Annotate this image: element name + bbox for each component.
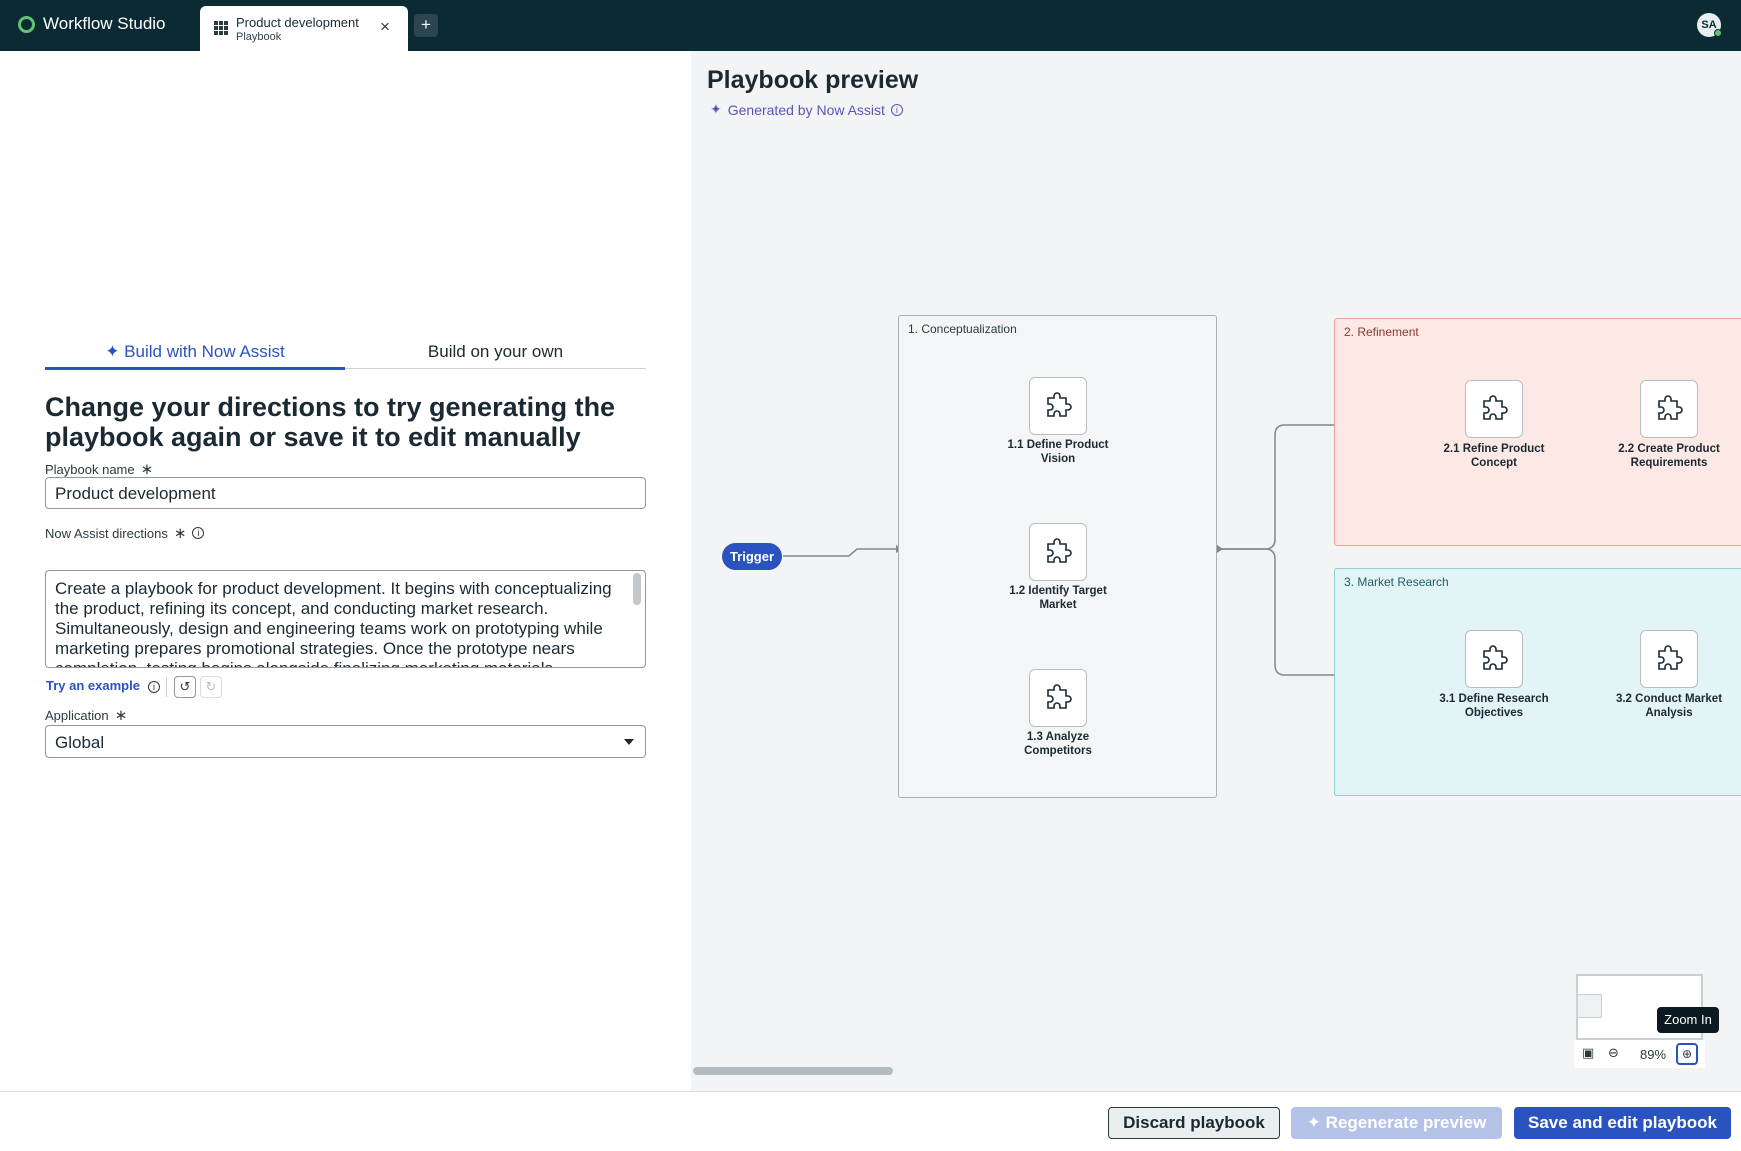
application-select[interactable]: Global xyxy=(45,725,646,758)
zoom-out-icon[interactable]: ⊖ xyxy=(1608,1045,1619,1061)
discard-playbook-button[interactable]: Discard playbook xyxy=(1108,1107,1280,1139)
sparkle-icon: ✦ xyxy=(105,342,120,361)
required-icon: ∗ xyxy=(114,707,128,724)
close-icon[interactable]: × xyxy=(380,18,390,35)
sparkle-icon: ✦ xyxy=(1306,1113,1321,1132)
lane-label: 1. Conceptualization xyxy=(908,322,1017,336)
step-label: 1.3 Analyze Competitors xyxy=(1024,731,1092,757)
active-tab-indicator xyxy=(45,367,345,370)
textarea-scrollbar[interactable] xyxy=(633,573,641,605)
step-label: 3.2 Conduct Market Analysis xyxy=(1615,693,1723,719)
puzzle-piece-icon xyxy=(1658,395,1683,420)
playbook-name-input[interactable]: Product development xyxy=(45,477,646,509)
app-title: Workflow Studio xyxy=(43,14,166,33)
app-logo-icon xyxy=(18,15,35,33)
required-icon: ∗ xyxy=(140,461,154,478)
label-text: Application xyxy=(45,707,109,723)
tab-label: Build with Now Assist xyxy=(124,342,285,361)
step-node-2-1[interactable] xyxy=(1465,380,1523,438)
zoom-in-button[interactable]: ⊕ xyxy=(1676,1043,1698,1065)
canvas-horizontal-scrollbar[interactable] xyxy=(693,1067,893,1075)
playbook-name-label: Playbook name ∗ xyxy=(45,460,153,478)
step-node-1-2[interactable] xyxy=(1029,523,1087,581)
minimap-viewport[interactable] xyxy=(1577,994,1602,1018)
playbook-grid-icon xyxy=(214,21,228,35)
chevron-down-icon xyxy=(624,739,634,745)
redo-button[interactable]: ↻ xyxy=(200,676,222,698)
tab-label: Build on your own xyxy=(427,342,564,361)
step-node-3-1[interactable] xyxy=(1465,630,1523,688)
tab-title: Product development xyxy=(236,15,359,30)
label-text: Now Assist directions xyxy=(45,525,168,541)
directions-label: Now Assist directions ∗ i xyxy=(45,524,205,542)
label-text: Playbook name xyxy=(45,461,135,477)
trigger-node[interactable]: Trigger xyxy=(722,543,782,570)
zoom-in-tooltip: Zoom In xyxy=(1657,1007,1719,1033)
button-label: Regenerate preview xyxy=(1325,1113,1487,1132)
step-label: 1.2 Identify Target Market xyxy=(1009,585,1107,611)
lane-label: 3. Market Research xyxy=(1344,575,1449,589)
application-label: Application ∗ xyxy=(45,706,127,724)
application-value: Global xyxy=(55,733,105,752)
info-icon[interactable]: i xyxy=(192,527,205,539)
undo-button[interactable]: ↺ xyxy=(174,676,196,698)
tab-build-with-now-assist[interactable]: ✦ Build with Now Assist xyxy=(45,342,345,362)
tab-build-on-your-own[interactable]: Build on your own xyxy=(345,342,646,362)
info-icon[interactable]: i xyxy=(148,681,160,693)
step-label: 3.1 Define Research Objectives xyxy=(1439,693,1549,719)
save-and-edit-button[interactable]: Save and edit playbook xyxy=(1514,1107,1731,1139)
required-icon: ∗ xyxy=(173,525,187,542)
undo-icon: ↺ xyxy=(179,679,191,694)
app-brand[interactable]: Workflow Studio xyxy=(18,14,166,34)
regenerate-preview-button[interactable]: ✦ Regenerate preview xyxy=(1291,1107,1502,1139)
zoom-level: 89% xyxy=(1640,1047,1667,1062)
tab-subtitle: Playbook xyxy=(236,31,282,43)
puzzle-piece-icon xyxy=(1047,538,1072,563)
build-mode-tabs: ✦ Build with Now Assist Build on your ow… xyxy=(45,334,646,370)
form-heading: Change your directions to try generating… xyxy=(45,392,616,452)
try-example-link[interactable]: Try an example xyxy=(46,678,140,693)
lane-label: 2. Refinement xyxy=(1344,325,1419,339)
step-node-1-1[interactable] xyxy=(1029,377,1087,435)
directions-textarea[interactable]: Create a playbook for product developmen… xyxy=(45,570,646,668)
step-label: 2.2 Create Product Requirements xyxy=(1618,443,1720,469)
step-label: 2.1 Refine Product Concept xyxy=(1443,443,1545,469)
puzzle-piece-icon xyxy=(1483,645,1508,670)
puzzle-piece-icon xyxy=(1483,395,1508,420)
redo-icon: ↻ xyxy=(205,679,217,694)
minimap-toggle-icon[interactable]: ▣ xyxy=(1582,1045,1594,1061)
zoom-in-icon: ⊕ xyxy=(1681,1047,1693,1061)
add-tab-button[interactable]: + xyxy=(414,14,438,37)
presence-status-icon xyxy=(1714,29,1722,37)
step-node-1-3[interactable] xyxy=(1029,669,1087,727)
step-node-2-2[interactable] xyxy=(1640,380,1698,438)
step-node-3-2[interactable] xyxy=(1640,630,1698,688)
puzzle-piece-icon xyxy=(1658,645,1683,670)
puzzle-piece-icon xyxy=(1047,684,1072,709)
step-label: 1.1 Define Product Vision xyxy=(1007,439,1109,465)
tab-product-development[interactable]: Product development Playbook × xyxy=(200,6,408,51)
puzzle-piece-icon xyxy=(1047,392,1072,417)
divider xyxy=(166,677,167,697)
